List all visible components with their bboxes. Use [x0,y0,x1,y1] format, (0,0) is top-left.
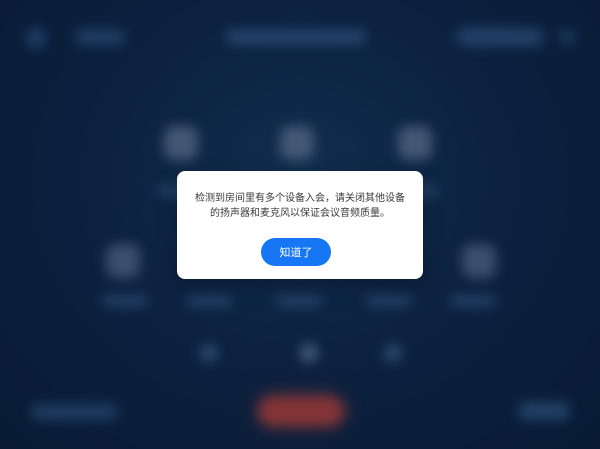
multi-device-warning-dialog: 检测到房间里有多个设备入会，请关闭其他设备的扬声器和麦克风以保证会议音频质量。 … [177,171,423,279]
dialog-message: 检测到房间里有多个设备入会，请关闭其他设备的扬声器和麦克风以保证会议音频质量。 [195,193,405,219]
got-it-button[interactable]: 知道了 [261,238,331,266]
